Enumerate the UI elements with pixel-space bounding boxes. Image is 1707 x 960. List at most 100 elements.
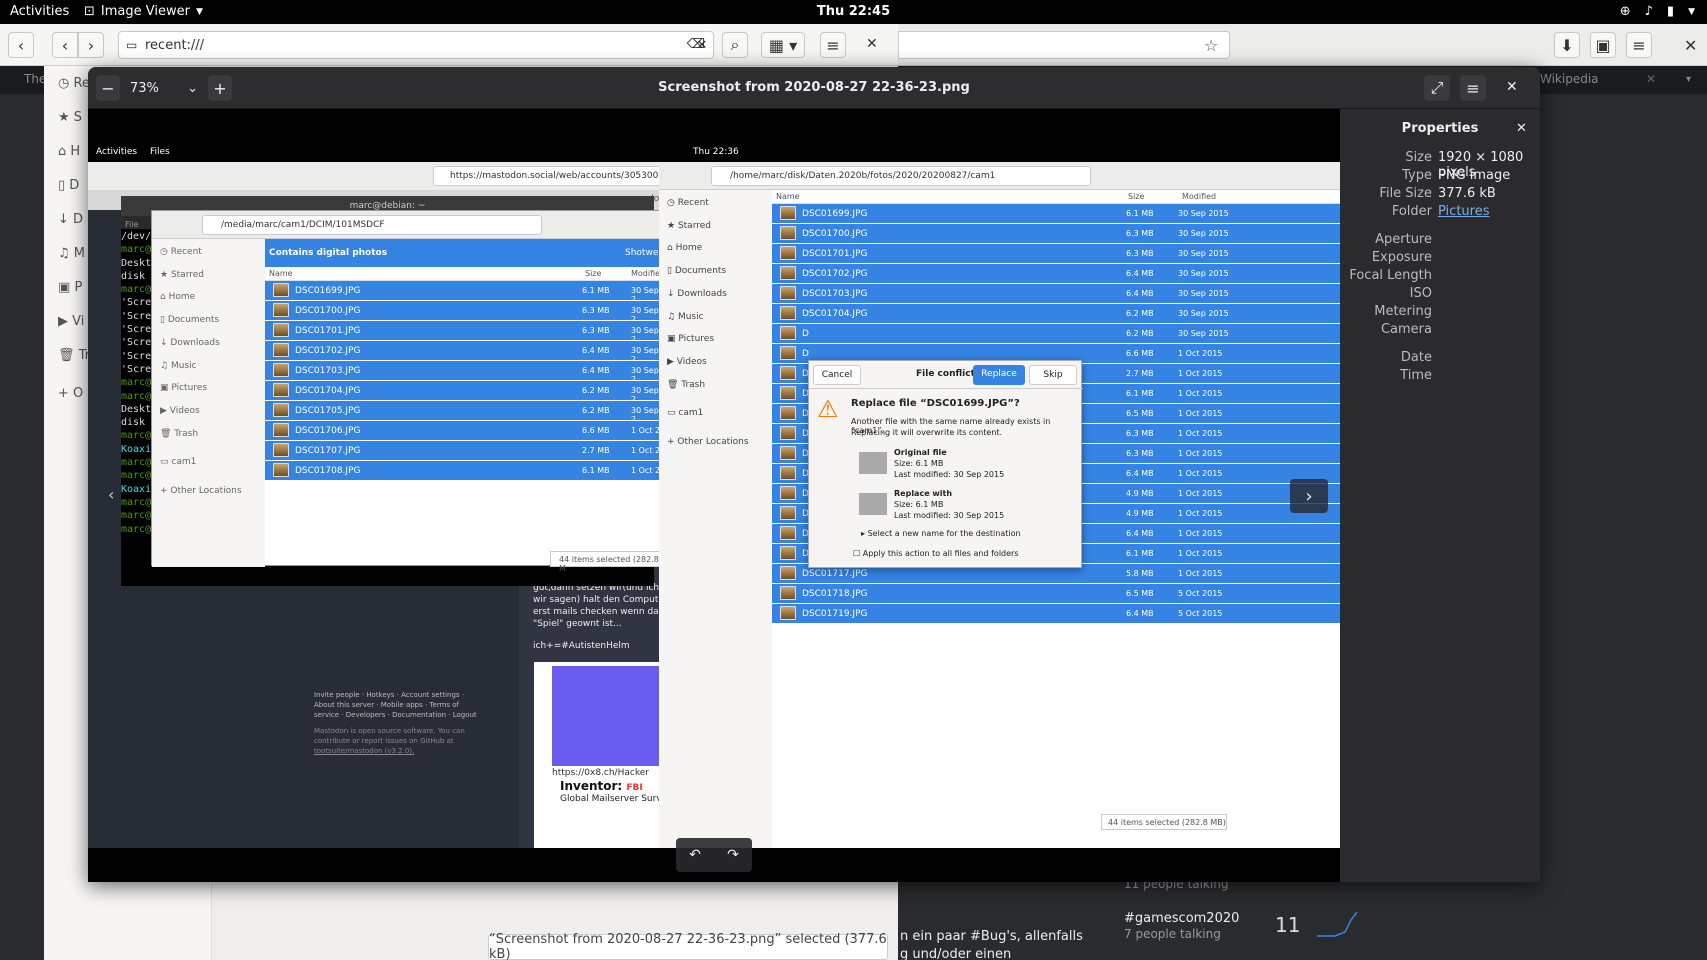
- terminal-line: 'Scre: [121, 310, 152, 322]
- sidebar-item-music[interactable]: ♫ M: [58, 246, 85, 261]
- sidebar-item-videos[interactable]: ▶ Vi: [58, 314, 84, 329]
- post-text-line: n ein paar #Bug's, allenfalls: [900, 929, 1083, 944]
- image-file-icon: [780, 386, 796, 400]
- terminal-line: 'Scre: [121, 350, 152, 362]
- shot-sidebar-item: ▭ cam1: [667, 408, 704, 419]
- nav-forward-button[interactable]: ›: [78, 32, 104, 58]
- prop-row: Camera: [1380, 322, 1432, 337]
- terminal-line: marc@: [121, 430, 152, 442]
- hamburger-icon: ≡: [826, 35, 840, 55]
- sidebar-item-pictures[interactable]: ▣ P: [58, 280, 82, 295]
- next-image-button[interactable]: ›: [1290, 479, 1328, 513]
- shot-file-row: DSC01699.JPG 6.1 MB 30 Sep 2015: [772, 204, 1340, 223]
- hamburger-icon: ≡: [1466, 78, 1480, 98]
- close-icon[interactable]: ✕: [1646, 72, 1656, 86]
- sidebar-item-home[interactable]: ⌂ H: [58, 144, 80, 159]
- library-button[interactable]: ▣: [1590, 32, 1616, 58]
- bg-browser-tab[interactable]: Wikipedia: [1540, 72, 1599, 86]
- shot-file-row: DSC01704.JPG 6.2 MB 30 Sep 2015: [772, 304, 1340, 323]
- menu-button[interactable]: ≡: [820, 32, 846, 58]
- video-icon: ▶: [58, 314, 68, 329]
- prop-row: Date: [1400, 350, 1432, 365]
- sidebar-item-trash[interactable]: 🗑 Tr: [58, 348, 90, 363]
- shot-sidebar-item: ▶ Videos: [667, 356, 707, 367]
- shot-file-row: DSC01707.JPG 2.7 MB 1 Oct 2: [265, 441, 666, 460]
- fullscreen-button[interactable]: ⤢: [1424, 75, 1450, 101]
- trend-sparkline: [1317, 911, 1358, 937]
- image-file-icon: [780, 246, 796, 260]
- image-file-icon: [780, 286, 796, 300]
- image-file-icon: [780, 346, 796, 360]
- folder-icon: ▭: [126, 38, 138, 52]
- terminal-line: 'Scre: [121, 297, 152, 309]
- terminal-line: 'Scre: [121, 324, 152, 336]
- image-file-icon: [780, 486, 796, 500]
- close-icon[interactable]: ✕: [1684, 36, 1697, 55]
- terminal-line: /dev/: [121, 231, 152, 242]
- sidebar-item-starred[interactable]: ★ S: [58, 110, 82, 125]
- sidebar-item-recent[interactable]: ◷ Re: [58, 76, 90, 91]
- chevron-down-icon[interactable]: ▾: [1686, 74, 1691, 85]
- prop-row: File Size 377.6 kB: [1379, 186, 1496, 201]
- prop-row: Type PNG image: [1402, 168, 1511, 183]
- folder-link[interactable]: Pictures: [1438, 204, 1489, 219]
- image-file-icon: [273, 303, 289, 317]
- system-tray[interactable]: ⊕ ♪ ▮ ▼: [1620, 4, 1695, 19]
- image-file-icon: [780, 366, 796, 380]
- chevron-left-icon: ‹: [108, 485, 115, 504]
- properties-sidebar: Properties ✕ Size 1920 × 1080 pixels Type…: [1340, 109, 1540, 882]
- shot-file-row: DSC01699.JPG 6.1 MB 30 Sep 2: [265, 281, 666, 304]
- terminal-line: marc@: [121, 457, 152, 469]
- prop-row: Aperture: [1375, 232, 1432, 247]
- star-icon[interactable]: ☆: [1204, 36, 1218, 55]
- sidebar-item-downloads[interactable]: ↓ D: [58, 212, 83, 227]
- image-file-icon: [780, 206, 796, 220]
- shot-file-row: DSC01701.JPG 6.3 MB 30 Sep 2015: [772, 244, 1340, 263]
- search-button[interactable]: ⌕: [722, 32, 748, 58]
- shot-sidebar-item: ▣ Pictures: [667, 334, 715, 345]
- hamburger-icon: ≡: [1632, 35, 1646, 55]
- image-file-icon: [273, 283, 289, 297]
- shot-sidebar-item: ◷ Recent: [160, 247, 202, 257]
- library-icon: ▣: [1595, 35, 1611, 55]
- location-entry[interactable]: ▭ recent:/// ⌫: [118, 31, 714, 59]
- view-toggle-button[interactable]: ▦ ▾: [761, 32, 805, 58]
- shot-sidebar-item: ⌂ Home: [667, 243, 703, 254]
- clock[interactable]: Thu 22:45: [0, 4, 1707, 19]
- stop-icon[interactable]: ✕: [690, 31, 714, 59]
- close-icon[interactable]: ✕: [1516, 121, 1527, 136]
- back-button[interactable]: ‹: [8, 32, 34, 58]
- trash-icon: 🗑: [58, 348, 75, 363]
- trend-name[interactable]: #gamescom2020: [1124, 911, 1239, 926]
- viewer-menu-button[interactable]: ≡: [1460, 75, 1486, 101]
- grid-icon: ▦ ▾: [768, 35, 798, 55]
- browser-menu-button[interactable]: ≡: [1626, 32, 1652, 58]
- image-file-icon: [273, 323, 289, 337]
- shot-sidebar-item: ▶ Videos: [160, 405, 200, 416]
- close-icon[interactable]: ✕: [866, 36, 878, 52]
- close-icon[interactable]: ✕: [1506, 79, 1518, 95]
- music-icon: ♫: [160, 360, 171, 371]
- shot-mastodon-footer: Invite people · Hotkeys · Account settin…: [314, 691, 477, 755]
- shot-left-files: /media/marc/cam1/DCIM/101MSDCF ◷ Recent ★…: [151, 210, 666, 573]
- shot-right-sidebar: ◷ Recent ★ Starred ⌂ Home ▯ Documents ↓ Down…: [659, 190, 772, 848]
- sidebar-item-documents[interactable]: ▯ D: [58, 178, 79, 193]
- shot-sidebar-item: + Other Locations: [160, 486, 242, 496]
- shot-file-row: DSC01705.JPG 6.2 MB 30 Sep 2: [265, 401, 666, 424]
- nav-back-button[interactable]: ‹: [52, 32, 78, 58]
- camera-icon: ▣: [58, 280, 71, 295]
- download-button[interactable]: ⬇: [1554, 32, 1580, 58]
- terminal-line: Deskt: [121, 257, 152, 269]
- sidebar-item-other[interactable]: + O: [58, 386, 83, 401]
- browser-urlbar[interactable]: [898, 31, 1230, 59]
- shot-file-row: DSC01704.JPG 6.2 MB 30 Sep 2: [265, 381, 666, 404]
- previous-image-button[interactable]: ‹: [108, 485, 130, 507]
- image-file-icon: [780, 306, 796, 320]
- gnome-top-bar: Activities ⊡ Image Viewer ▼ Thu 22:45 ⊕ …: [0, 0, 1707, 24]
- star-icon: ★: [58, 110, 70, 125]
- image-file-icon: [780, 326, 796, 340]
- shot-file-row: DSC01719.JPG 6.4 MB 5 Oct 2015: [772, 604, 1340, 623]
- rotate-left-icon[interactable]: ↶: [689, 847, 701, 863]
- rotate-right-icon[interactable]: ↷: [727, 847, 739, 863]
- home-icon: ⌂: [58, 144, 67, 159]
